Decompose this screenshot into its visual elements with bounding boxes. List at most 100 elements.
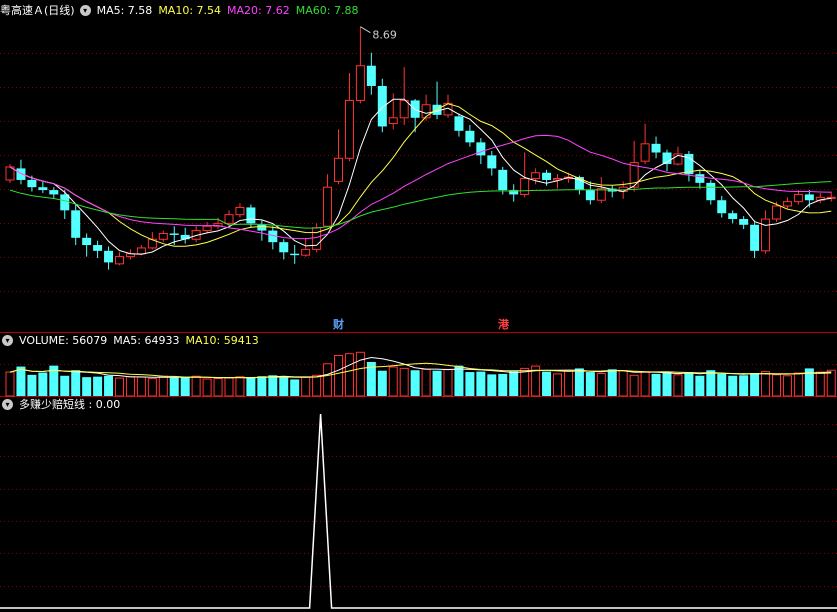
volume-bar-down: [71, 370, 81, 396]
indicator-title: 多赚少赔短线 : 0.00: [19, 398, 121, 411]
volume-bar-down: [509, 371, 519, 396]
candle-body-up: [334, 157, 343, 182]
volume-bar-down: [27, 374, 37, 396]
volume-bar-up: [125, 376, 135, 397]
volume-bar-up: [388, 366, 398, 397]
candle-body-up: [301, 248, 311, 256]
candle-body-up: [312, 227, 322, 250]
candle-body-down: [717, 200, 727, 214]
volume-bar-up: [443, 368, 453, 397]
volume-bar-up: [158, 375, 168, 397]
candle-body-down: [257, 224, 267, 231]
volume-bar-down: [290, 379, 300, 396]
candle-body-up: [224, 214, 234, 224]
candle-body-down: [465, 130, 475, 143]
ma20-legend: MA20: 7.62: [227, 4, 290, 17]
volume-bar-down: [487, 374, 497, 396]
candle-body-down: [104, 250, 114, 263]
volume-bar-down: [93, 376, 103, 396]
volume-bar-up: [301, 376, 311, 397]
peak-label: 8.69: [372, 29, 397, 42]
candle-body-up: [520, 178, 530, 195]
volume-panel-header: ▾ VOLUME: 56079 MA5: 64933 MA10: 59413: [0, 333, 265, 349]
indicator-line: [0, 413, 837, 609]
volume-bar-down: [432, 370, 442, 396]
volume-bar-down: [410, 370, 420, 396]
candle-body-up: [421, 104, 431, 119]
volume-bar-up: [793, 372, 803, 397]
candle-body-down: [695, 174, 705, 183]
candle-body-down: [750, 224, 760, 251]
volume-bar-up: [782, 375, 792, 397]
volume-bar-down: [476, 371, 486, 396]
candle-body-down: [739, 219, 749, 225]
volume-bar-down: [16, 366, 26, 396]
volume-bar-down: [651, 373, 661, 396]
event-badge-finance[interactable]: 财: [333, 318, 344, 332]
candle-body-up: [399, 99, 409, 119]
vol-ma5-legend: MA5: 64933: [113, 334, 180, 347]
main-title: 粤高速Ａ(日线): [0, 4, 75, 17]
volume-bar-up: [224, 377, 234, 397]
volume-bar-down: [695, 375, 705, 396]
candle-body-up: [388, 117, 398, 125]
candle-body-up: [115, 256, 124, 265]
volume-bar-up: [235, 376, 245, 397]
candle-body-up: [761, 218, 771, 252]
volume-bar-up: [640, 371, 650, 397]
candle-body-down: [706, 182, 716, 201]
peak-marker-line: [360, 26, 371, 34]
volume-bar-down: [585, 372, 595, 396]
candle-body-up: [344, 99, 354, 159]
candle-body-up: [235, 206, 245, 216]
candle-body-up: [531, 172, 541, 180]
candle-body-down: [169, 233, 179, 235]
volume-bar-up: [421, 368, 431, 397]
main-dropdown-icon[interactable]: ▾: [79, 4, 91, 16]
volume-bar-up: [772, 374, 781, 397]
volume-bar-down: [684, 372, 694, 396]
candle-body-down: [290, 253, 300, 256]
candle-body-down: [804, 194, 814, 201]
candle-body-up: [202, 225, 212, 232]
volume-bar-down: [728, 375, 738, 396]
volume-bar-up: [826, 369, 836, 397]
volume-bar-down: [279, 376, 289, 396]
candle-body-down: [542, 172, 552, 180]
volume-bar-down: [542, 371, 552, 396]
volume-bar-up: [344, 353, 354, 397]
volume-dropdown-icon[interactable]: ▾: [2, 334, 13, 346]
volume-bar-down: [377, 370, 387, 396]
volume-bar-down: [498, 373, 508, 396]
volume-bar-up: [202, 378, 212, 397]
indicator-dropdown-icon[interactable]: ▾: [2, 398, 13, 410]
volume-bar-down: [717, 373, 727, 396]
candle-body-down: [454, 116, 464, 131]
candle-body-down: [366, 65, 376, 86]
volume-bar-up: [213, 378, 223, 397]
candle-body-down: [27, 179, 37, 188]
volume-bar-down: [246, 377, 256, 396]
ma60-legend: MA60: 7.88: [295, 4, 359, 17]
volume-bar-up: [815, 371, 825, 397]
event-badge-hk[interactable]: 港: [498, 318, 509, 332]
candle-body-down: [498, 169, 508, 191]
volume-bar-up: [553, 373, 562, 397]
candle-body-down: [279, 242, 289, 253]
candle-body-down: [93, 245, 103, 251]
volume-bar-down: [180, 377, 190, 396]
candle-body-down: [377, 85, 387, 127]
candle-body-up: [782, 201, 792, 207]
volume-bar-up: [618, 370, 628, 397]
volume-bar-up: [399, 367, 409, 397]
volume-bar-down: [706, 370, 716, 396]
volume-bar-up: [629, 374, 639, 397]
volume-bar-up: [334, 355, 343, 397]
volume-bar-up: [115, 377, 124, 397]
candle-body-up: [640, 143, 650, 162]
ma10-line: [9, 103, 832, 247]
candle-body-up: [158, 232, 168, 240]
volume-bar-up: [673, 374, 683, 397]
stock-chart-window: 8.69 粤高速Ａ(日线) ▾ MA5: 7.58 MA10: 7.54 MA20: 7…: [0, 0, 837, 612]
candle-body-down: [38, 187, 48, 191]
